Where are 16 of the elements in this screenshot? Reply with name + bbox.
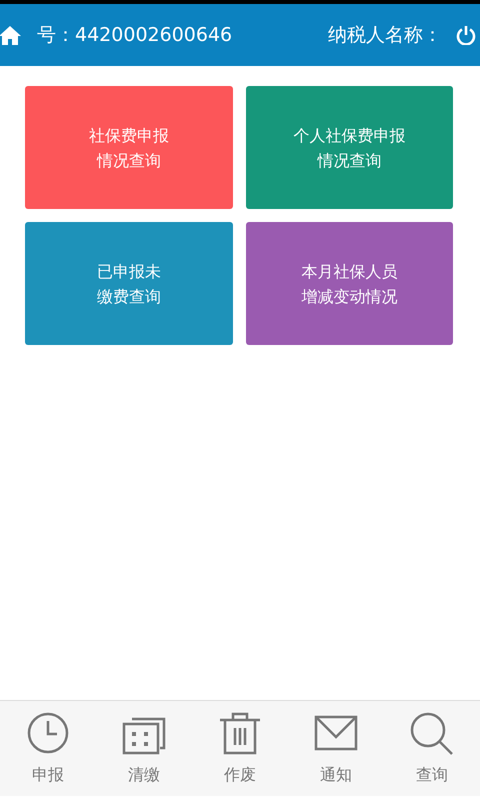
power-icon[interactable] [456, 25, 476, 45]
nav-tab[interactable]: 清缴 [96, 710, 192, 786]
menu-tile[interactable]: 社保费申报 情况查询 [25, 86, 232, 209]
menu-tile[interactable]: 个人社保费申报 情况查询 [246, 86, 453, 209]
menu-tile[interactable]: 本月社保人员 增减变动情况 [246, 222, 453, 345]
taxpayer-name-label: 纳税人名称： [328, 22, 442, 48]
trash-icon [218, 710, 262, 754]
nav-tab[interactable]: 通知 [288, 710, 384, 786]
nav-tab[interactable]: 作废 [192, 710, 288, 786]
account-number: 号：4420002600646 [37, 22, 232, 48]
nav-tab[interactable]: 申报 [0, 710, 96, 786]
nav-tab[interactable]: 查询 [384, 710, 480, 786]
search-icon [410, 710, 454, 754]
home-icon[interactable] [0, 25, 21, 45]
clock-icon [26, 710, 70, 754]
menu-tile[interactable]: 已申报未 缴费查询 [25, 222, 232, 345]
